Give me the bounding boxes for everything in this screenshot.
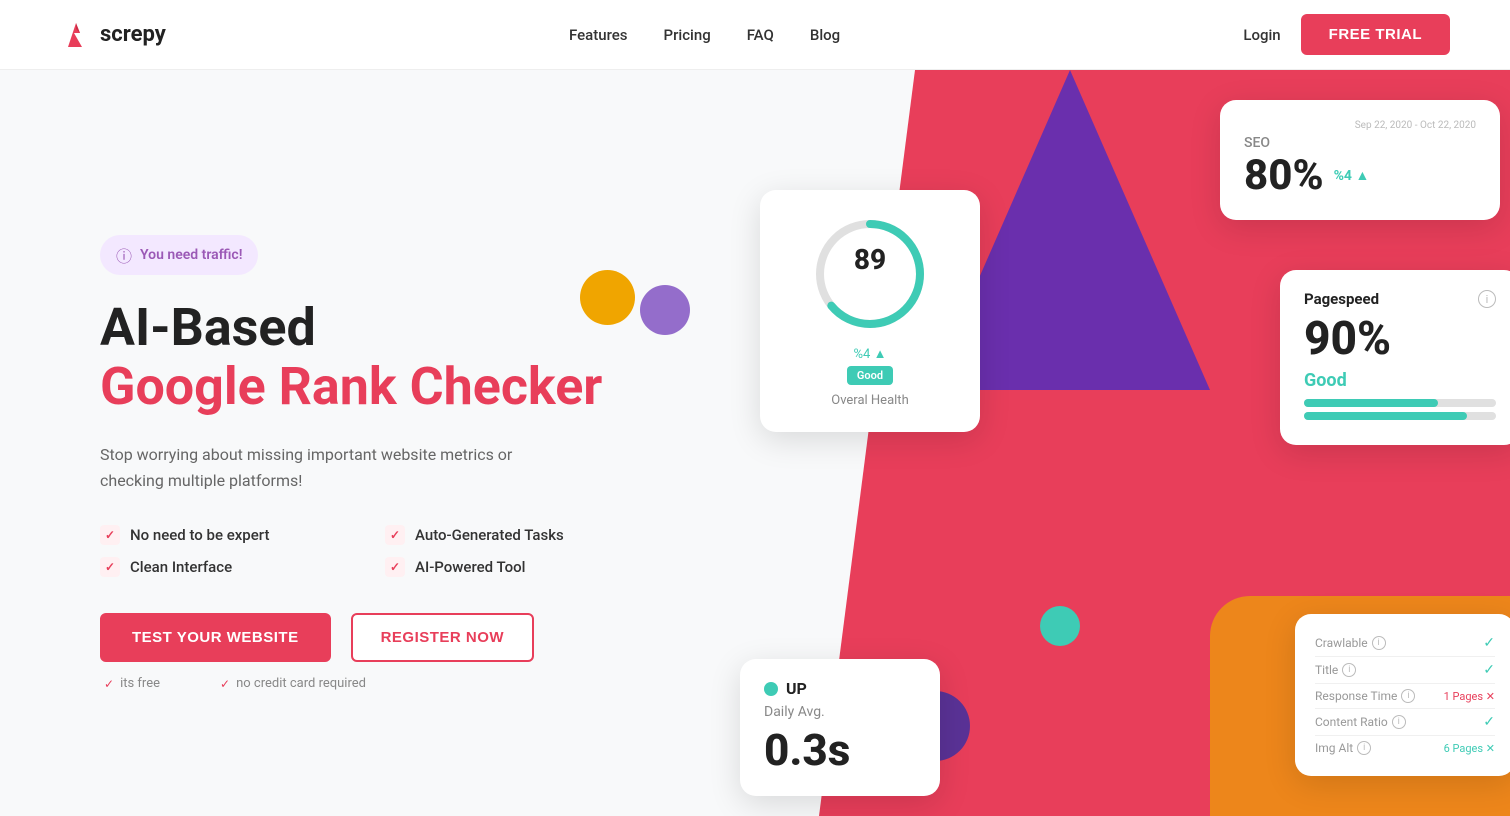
crawl-row-2: Title i ✓	[1315, 657, 1495, 684]
feature-item-4: ✓ AI-Powered Tool	[385, 557, 640, 577]
daily-value: 0.3s	[764, 724, 916, 776]
card-health: 89 %4 ▲ Good Overal Health	[760, 190, 980, 432]
traffic-badge: ⓘ You need traffic!	[100, 235, 258, 275]
seo-value: 80% %4 ▲	[1244, 151, 1476, 200]
crawl-status-1: ✓	[1483, 635, 1495, 651]
circle-purple-small-decoration	[640, 285, 690, 335]
crawl-info-icon-1: i	[1372, 636, 1386, 650]
hero-left: ⓘ You need traffic! AI-Based Google Rank…	[0, 70, 700, 816]
nav-blog[interactable]: Blog	[810, 26, 840, 44]
free-trial-button[interactable]: FREE TRIAL	[1301, 14, 1450, 55]
feature-text-2: Auto-Generated Tasks	[415, 526, 564, 544]
crawl-info-icon-4: i	[1392, 715, 1406, 729]
crawl-pages-1: 1 Pages ✕	[1444, 690, 1495, 703]
logo-text: screpy	[100, 22, 166, 47]
health-ring-svg: 89	[810, 214, 930, 334]
pagespeed-status: Good	[1304, 370, 1496, 391]
logo-icon	[60, 19, 92, 51]
nav-faq[interactable]: FAQ	[747, 26, 774, 44]
crawl-row-5: Img Alt i 6 Pages ✕	[1315, 736, 1495, 760]
btn-labels: ✓ its free ✓ no credit card required	[100, 676, 640, 691]
hero-title-line2: Google Rank Checker	[100, 356, 640, 418]
test-website-button[interactable]: TEST YOUR WEBSITE	[100, 613, 331, 662]
health-score-text: 89	[854, 243, 886, 276]
badge-icon: ⓘ	[116, 243, 132, 267]
logo[interactable]: screpy	[60, 19, 166, 51]
nav-pricing[interactable]: Pricing	[664, 26, 711, 44]
circle-orange-decoration	[580, 270, 635, 325]
feature-text-4: AI-Powered Tool	[415, 558, 525, 576]
seo-pct: %4 ▲	[1334, 167, 1370, 184]
seo-label: SEO	[1244, 135, 1476, 151]
card-daily: UP Daily Avg. 0.3s	[740, 659, 940, 796]
progress-bar-2-fill	[1304, 412, 1467, 420]
health-circle: 89	[810, 214, 930, 334]
progress-bar-2-bg	[1304, 412, 1496, 420]
cards-container: 89 %4 ▲ Good Overal Health Sep 22, 2020 …	[700, 70, 1510, 816]
daily-label: Daily Avg.	[764, 704, 916, 720]
daily-status-row: UP	[764, 679, 916, 698]
crawl-status-4: ✓	[1483, 714, 1495, 730]
status-dot-up	[764, 682, 778, 696]
progress-bar-1-bg	[1304, 399, 1496, 407]
check-icon-free: ✓	[104, 677, 114, 691]
check-icon-card: ✓	[220, 677, 230, 691]
card-pagespeed: Pagespeed i 90% Good	[1280, 270, 1510, 445]
feature-text-3: Clean Interface	[130, 558, 232, 576]
hero-right: 89 %4 ▲ Good Overal Health Sep 22, 2020 …	[700, 70, 1510, 816]
crawl-row-1: Crawlable i ✓	[1315, 630, 1495, 657]
health-status: Good	[847, 366, 893, 385]
badge-text: You need traffic!	[140, 247, 242, 263]
health-pct: %4 ▲	[784, 346, 956, 362]
check-icon-1: ✓	[100, 525, 120, 545]
label-no-card: ✓ no credit card required	[220, 676, 366, 691]
feature-item-1: ✓ No need to be expert	[100, 525, 355, 545]
health-label: Overal Health	[784, 393, 956, 408]
crawl-pages-2: 6 Pages ✕	[1444, 742, 1495, 755]
check-icon-2: ✓	[385, 525, 405, 545]
hero-title-line1: AI-Based	[100, 299, 640, 356]
nav-links: Features Pricing FAQ Blog	[569, 26, 840, 44]
pagespeed-value: 90%	[1304, 312, 1496, 366]
card-seo: Sep 22, 2020 - Oct 22, 2020 SEO 80% %4 ▲	[1220, 100, 1500, 220]
label-free: ✓ its free	[104, 676, 160, 691]
pagespeed-label: Pagespeed	[1304, 290, 1379, 308]
feature-item-2: ✓ Auto-Generated Tasks	[385, 525, 640, 545]
pagespeed-info-icon: i	[1478, 290, 1496, 308]
nav-right: Login FREE TRIAL	[1243, 14, 1450, 55]
hero-subtitle: Stop worrying about missing important we…	[100, 442, 580, 493]
daily-status-text: UP	[786, 679, 807, 698]
hero-section: ⓘ You need traffic! AI-Based Google Rank…	[0, 70, 1510, 816]
crawl-row-4: Content Ratio i ✓	[1315, 709, 1495, 736]
check-icon-3: ✓	[100, 557, 120, 577]
feature-text-1: No need to be expert	[130, 526, 269, 544]
register-now-button[interactable]: REGISTER NOW	[351, 613, 535, 662]
crawl-status-2: ✓	[1483, 662, 1495, 678]
crawl-row-3: Response Time i 1 Pages ✕	[1315, 684, 1495, 709]
login-link[interactable]: Login	[1243, 26, 1280, 44]
hero-buttons: TEST YOUR WEBSITE REGISTER NOW	[100, 613, 640, 662]
progress-bar-1-fill	[1304, 399, 1438, 407]
card-crawl: Crawlable i ✓ Title i ✓ Response Time i	[1295, 614, 1510, 776]
crawl-info-icon-2: i	[1342, 663, 1356, 677]
nav-features[interactable]: Features	[569, 26, 627, 44]
navbar: screpy Features Pricing FAQ Blog Login F…	[0, 0, 1510, 70]
crawl-info-icon-5: i	[1357, 741, 1371, 755]
features-list: ✓ No need to be expert ✓ Auto-Generated …	[100, 525, 640, 577]
check-icon-4: ✓	[385, 557, 405, 577]
seo-date: Sep 22, 2020 - Oct 22, 2020	[1244, 120, 1476, 131]
pagespeed-header: Pagespeed i	[1304, 290, 1496, 308]
crawl-info-icon-3: i	[1401, 689, 1415, 703]
feature-item-3: ✓ Clean Interface	[100, 557, 355, 577]
